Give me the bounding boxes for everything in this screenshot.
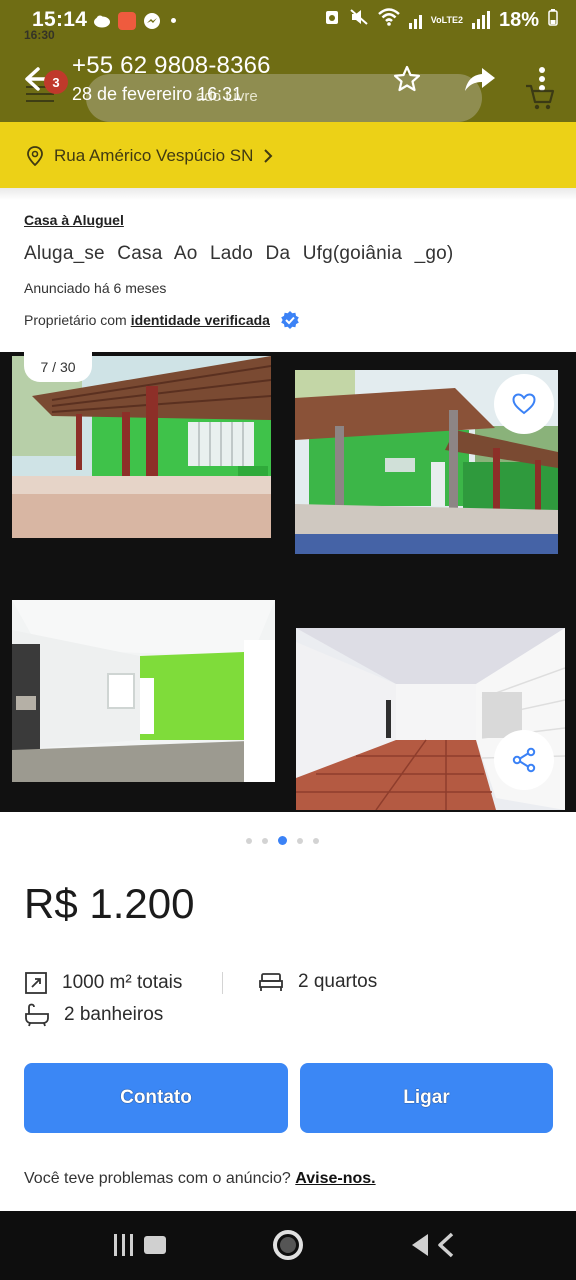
gallery-pagination [246, 836, 319, 845]
signal-icon [408, 11, 422, 29]
battery-icon [548, 8, 558, 32]
feature-area-text: 1000 m² totais [62, 972, 183, 993]
listing-price: R$ 1.200 [24, 880, 195, 927]
header-shadow [0, 188, 576, 200]
cart-icon[interactable] [524, 82, 556, 112]
messenger-icon [142, 11, 161, 30]
signal-icon-2 [471, 11, 490, 29]
feature-area: 1000 m² totais [24, 971, 182, 995]
area-icon [25, 972, 47, 994]
recent-apps-button[interactable] [112, 1232, 168, 1258]
date-line: 28 de fevereiro 16:31 [72, 84, 243, 104]
feature-rooms-text: 2 quartos [298, 971, 378, 992]
photo-counter: 7 / 30 [24, 352, 92, 382]
contact-button[interactable]: Contato [24, 1063, 288, 1133]
volte-label: VoLTE2 [430, 14, 463, 25]
listing-title: Aluga_se Casa Ao Lado Da Ufg(goiânia _go… [24, 243, 454, 264]
owner-prefix: Proprietário com [24, 312, 127, 328]
share-button[interactable] [494, 730, 554, 790]
bed-icon [259, 973, 283, 991]
notification-badge: 3 [44, 70, 68, 94]
favorite-heart-button[interactable] [494, 374, 554, 434]
phone-number: +55 62 9808-8366 [72, 52, 271, 79]
share-icon [512, 747, 536, 773]
call-button[interactable]: Ligar [300, 1063, 553, 1133]
feature-rooms: 2 quartos [258, 971, 377, 993]
recent-apps-icon [114, 1234, 166, 1256]
share-arrow-icon[interactable] [462, 64, 498, 94]
more-notifications-dot [171, 18, 176, 23]
back-nav-icon [412, 1232, 454, 1258]
posted-date: Anunciado há 6 meses [24, 280, 167, 296]
battery-text: 18% [498, 8, 539, 31]
report-problem: Você teve problemas com o anúncio? Avise… [24, 1170, 376, 1188]
location-pin-icon [26, 146, 44, 167]
system-icons: VoLTE2 18% [324, 8, 558, 32]
pagination-dot[interactable] [246, 837, 252, 844]
wifi-icon [377, 8, 400, 32]
pagination-dot[interactable] [262, 837, 268, 844]
mute-icon [349, 8, 369, 32]
chevron-right-icon [262, 149, 274, 163]
feature-bathrooms-text: 2 banheiros [64, 1004, 164, 1025]
owner-verified-link[interactable]: identidade verificada [131, 312, 270, 328]
status-bar: 15:14 16:30 VoLTE2 18% [0, 0, 576, 44]
verified-badge-icon [280, 310, 300, 330]
report-question: Você teve problemas com o anúncio? [24, 1170, 291, 1187]
notification-icons [92, 11, 176, 30]
pagination-dot[interactable] [313, 837, 319, 844]
cloud-icon [92, 11, 111, 30]
pagination-dot[interactable] [297, 837, 303, 844]
heart-icon [512, 393, 536, 415]
gallery-photo-1[interactable] [12, 356, 271, 538]
alarm-icon [324, 8, 340, 32]
address-text: Rua Américo Vespúcio SN [54, 146, 254, 165]
home-circle-icon [273, 1230, 303, 1260]
listing-category[interactable]: Casa à Aluguel [24, 212, 124, 228]
ghost-time: 16:30 [24, 28, 55, 42]
feature-divider [222, 972, 223, 994]
address-bar[interactable]: Rua Américo Vespúcio SN [0, 122, 576, 188]
feature-bathrooms: 2 banheiros [24, 1003, 163, 1027]
gallery-photo-3[interactable] [12, 600, 275, 782]
bathtub-icon [25, 1003, 49, 1027]
report-link[interactable]: Avise-nos. [295, 1170, 375, 1187]
favorite-star-icon[interactable] [392, 64, 422, 94]
app-notification-icon [117, 11, 136, 30]
back-button[interactable] [408, 1230, 458, 1260]
pagination-dot-active[interactable] [278, 836, 287, 845]
owner-verification: Proprietário com identidade verificada [24, 310, 300, 330]
home-button[interactable] [272, 1229, 304, 1261]
